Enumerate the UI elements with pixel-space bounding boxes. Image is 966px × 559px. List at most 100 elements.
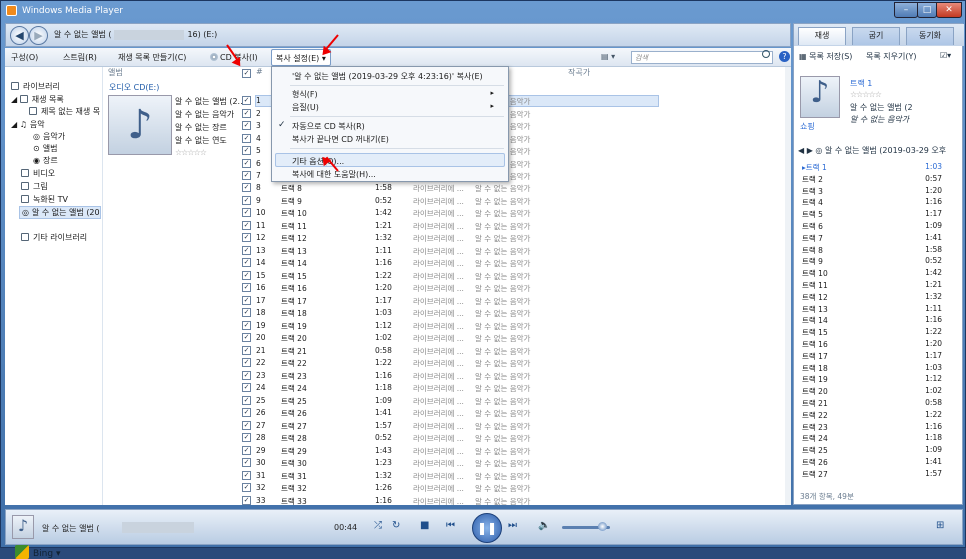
create-playlist-menu[interactable]: 재생 목록 만들기(C) <box>118 52 186 63</box>
table-row[interactable]: ✓ 21 트랙 21 0:58 라이브러리에 ... 알 수 없는 음악가 <box>5 345 665 358</box>
table-row[interactable]: ✓ 27 트랙 27 1:57 라이브러리에 ... 알 수 없는 음악가 <box>5 420 665 433</box>
track-checkbox[interactable]: ✓ <box>242 133 251 143</box>
track-checkbox[interactable]: ✓ <box>242 270 251 280</box>
mini-album-art[interactable]: ♪ <box>12 515 34 539</box>
next-icon[interactable]: ⏭ <box>508 520 517 531</box>
table-row[interactable]: ✓ 9 트랙 9 0:52 라이브러리에 ... 알 수 없는 음악가 <box>5 195 665 208</box>
track-checkbox[interactable]: ✓ <box>242 146 251 155</box>
organize-menu[interactable]: 구성(O) <box>11 52 38 63</box>
menu-eject-after-rip[interactable]: 복사가 끝나면 CD 꺼내기(E) <box>292 134 389 145</box>
playlist-item[interactable]: 트랙 23 1:16 <box>794 421 954 433</box>
playlist-item[interactable]: 트랙 19 1:12 <box>794 373 954 385</box>
track-checkbox[interactable]: ✓ <box>242 420 251 430</box>
view-options-icon[interactable]: ▤ ▾ <box>601 52 615 61</box>
playlist-item[interactable]: 트랙 17 1:17 <box>794 350 954 362</box>
table-row[interactable]: ✓ 18 트랙 18 1:03 라이브러리에 ... 알 수 없는 음악가 <box>5 307 665 320</box>
track-checkbox[interactable]: ✓ <box>242 383 251 392</box>
vertical-scrollbar[interactable] <box>785 67 791 505</box>
track-checkbox[interactable]: ✓ <box>242 395 251 405</box>
forward-arrow-icon[interactable]: ▶ <box>29 26 48 45</box>
table-row[interactable]: ✓ 14 트랙 14 1:16 라이브러리에 ... 알 수 없는 음악가 <box>5 257 665 270</box>
table-row[interactable]: ✓ 31 트랙 31 1:32 라이브러리에 ... 알 수 없는 음악가 <box>5 470 665 483</box>
volume-icon[interactable]: 🔈 <box>538 520 550 531</box>
column-header-album[interactable]: 앨범 <box>108 67 123 81</box>
track-checkbox[interactable]: ✓ <box>242 358 251 367</box>
track-checkbox[interactable]: ✓ <box>242 345 251 355</box>
now-playing-rating[interactable]: ☆☆☆☆☆ <box>850 90 882 99</box>
track-checkbox[interactable]: ✓ <box>242 470 251 480</box>
minimize-button[interactable]: – <box>894 2 918 18</box>
playlist-item[interactable]: 트랙 14 1:16 <box>794 314 954 326</box>
table-row[interactable]: ✓ 19 트랙 19 1:12 라이브러리에 ... 알 수 없는 음악가 <box>5 320 665 333</box>
playlist-item[interactable]: 트랙 7 1:41 <box>794 232 954 244</box>
track-checkbox[interactable]: ✓ <box>242 320 251 330</box>
table-row[interactable]: ✓ 28 트랙 28 0:52 라이브러리에 ... 알 수 없는 음악가 <box>5 432 665 445</box>
menu-rip-album-header[interactable]: '알 수 없는 앨범 (2019-03-29 오후 4:23:16)' 복사(E… <box>292 71 483 82</box>
menu-rip-help[interactable]: 복사에 대한 도움말(H)... <box>292 169 376 180</box>
track-checkbox[interactable]: ✓ <box>242 108 251 118</box>
table-row[interactable]: ✓ 12 트랙 12 1:32 라이브러리에 ... 알 수 없는 음악가 <box>5 232 665 245</box>
menu-format[interactable]: 형식(F) ▸ <box>292 89 502 100</box>
playlist-item[interactable]: 트랙 11 1:21 <box>794 279 954 291</box>
playlist-item[interactable]: 트랙 22 1:22 <box>794 409 954 421</box>
search-input[interactable]: 검색 <box>631 51 773 64</box>
clear-list-button[interactable]: 목록 지우기(Y) <box>866 51 916 62</box>
column-header-composer[interactable]: 작곡가 <box>568 67 590 81</box>
track-checkbox[interactable]: ✓ <box>242 233 251 242</box>
table-row[interactable]: ✓ 32 트랙 32 1:26 라이브러리에 ... 알 수 없는 음악가 <box>5 482 665 495</box>
playlist-item[interactable]: 트랙 5 1:17 <box>794 208 954 220</box>
table-row[interactable]: ✓ 20 트랙 20 1:02 라이브러리에 ... 알 수 없는 음악가 <box>5 332 665 345</box>
playlist-item[interactable]: 트랙 4 1:16 <box>794 196 954 208</box>
table-row[interactable]: ✓ 16 트랙 16 1:20 라이브러리에 ... 알 수 없는 음악가 <box>5 282 665 295</box>
table-row[interactable]: ✓ 26 트랙 26 1:41 라이브러리에 ... 알 수 없는 음악가 <box>5 407 665 420</box>
track-checkbox[interactable]: ✓ <box>242 245 251 255</box>
track-checkbox[interactable]: ✓ <box>242 370 251 380</box>
repeat-icon[interactable]: ↻ <box>392 520 400 531</box>
playlist-item[interactable]: 트랙 20 1:02 <box>794 385 954 397</box>
playlist-item[interactable]: 트랙 13 1:11 <box>794 303 954 315</box>
table-row[interactable]: ✓ 23 트랙 23 1:16 라이브러리에 ... 알 수 없는 음악가 <box>5 370 665 383</box>
breadcrumb[interactable]: 알 수 없는 앨범 (16) (E:) <box>54 29 217 40</box>
track-checkbox[interactable]: ✓ <box>242 458 251 467</box>
playlist-header[interactable]: ◀ ▶ ◎ 알 수 없는 앨범 (2019-03-29 오후 <box>798 145 946 156</box>
track-checkbox[interactable]: ✓ <box>242 96 251 105</box>
table-row[interactable]: ✓ 24 트랙 24 1:18 라이브러리에 ... 알 수 없는 음악가 <box>5 382 665 395</box>
playlist-item[interactable]: 트랙 16 1:20 <box>794 338 954 350</box>
tab-play[interactable]: 재생 <box>798 27 846 45</box>
playlist-item[interactable]: 트랙 27 1:57 <box>794 468 954 480</box>
playlist-item[interactable]: ▸트랙 1 1:03 <box>794 161 954 173</box>
table-row[interactable]: ✓ 25 트랙 25 1:09 라이브러리에 ... 알 수 없는 음악가 <box>5 395 665 408</box>
table-row[interactable]: ✓ 33 트랙 33 1:16 라이브러리에 ... 알 수 없는 음악가 <box>5 495 665 508</box>
playlist-item[interactable]: 트랙 18 1:03 <box>794 362 954 374</box>
track-checkbox[interactable]: ✓ <box>242 408 251 417</box>
switch-to-now-playing-icon[interactable]: ⊞ <box>936 520 944 531</box>
track-checkbox[interactable]: ✓ <box>242 483 251 492</box>
track-checkbox[interactable]: ✓ <box>242 121 251 130</box>
playlist-item[interactable]: 트랙 26 1:41 <box>794 456 954 468</box>
playlist-item[interactable]: 트랙 12 1:32 <box>794 291 954 303</box>
playlist-item[interactable]: 트랙 15 1:22 <box>794 326 954 338</box>
track-checkbox[interactable]: ✓ <box>242 183 251 192</box>
track-checkbox[interactable]: ✓ <box>242 220 251 230</box>
playlist-item[interactable]: 트랙 6 1:09 <box>794 220 954 232</box>
track-checkbox[interactable]: ✓ <box>242 295 251 305</box>
track-checkbox[interactable]: ✓ <box>242 171 251 180</box>
bing-search[interactable]: Bing ▾ <box>15 545 60 559</box>
playlist-item[interactable]: 트랙 8 1:58 <box>794 244 954 256</box>
list-options-icon[interactable]: ☑▾ <box>940 51 951 60</box>
track-checkbox[interactable]: ✓ <box>242 445 251 455</box>
table-row[interactable]: ✓ 13 트랙 13 1:11 라이브러리에 ... 알 수 없는 음악가 <box>5 245 665 258</box>
maximize-button[interactable]: □ <box>917 2 937 18</box>
shopping-link[interactable]: 쇼핑 <box>800 121 815 132</box>
stream-menu[interactable]: 스트림(R) <box>63 52 97 63</box>
table-row[interactable]: ✓ 30 트랙 30 1:23 라이브러리에 ... 알 수 없는 음악가 <box>5 457 665 470</box>
tab-burn[interactable]: 굽기 <box>852 27 900 45</box>
back-arrow-icon[interactable]: ◀ <box>10 26 29 45</box>
playlist-item[interactable]: 트랙 3 1:20 <box>794 185 954 197</box>
track-checkbox[interactable]: ✓ <box>242 158 251 168</box>
nav-library[interactable]: 라이브러리 <box>11 81 60 92</box>
table-row[interactable]: ✓ 8 트랙 8 1:58 라이브러리에 ... 알 수 없는 음악가 <box>5 182 665 195</box>
help-icon[interactable]: ? <box>779 51 790 62</box>
table-row[interactable]: ✓ 17 트랙 17 1:17 라이브러리에 ... 알 수 없는 음악가 <box>5 295 665 308</box>
tab-sync[interactable]: 동기화 <box>906 27 954 45</box>
